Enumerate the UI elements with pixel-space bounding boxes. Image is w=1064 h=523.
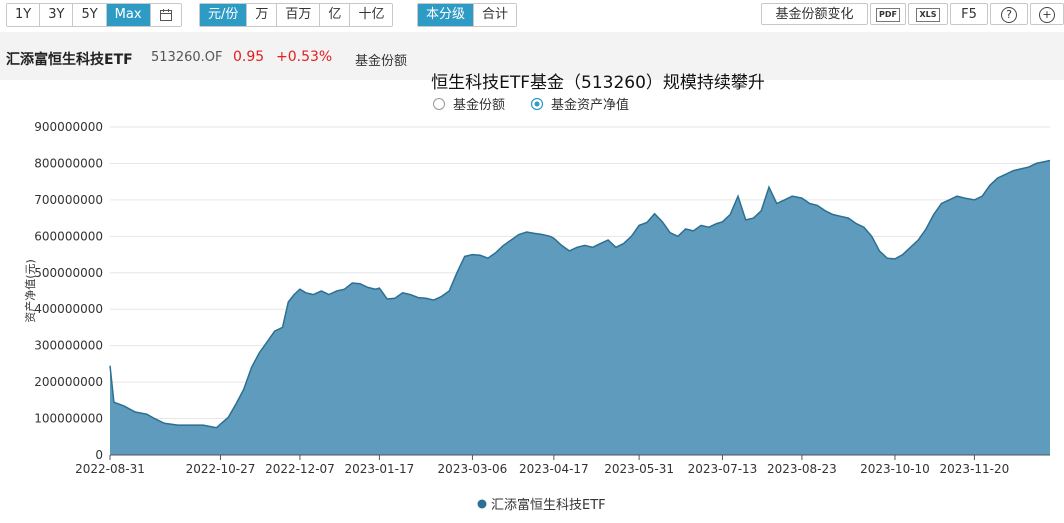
x-tick-label: 2023-04-17 [519,462,589,476]
y-tick-label: 400000000 [34,302,103,316]
x-tick-label: 2023-05-31 [604,462,674,476]
radio-unselected-icon [433,98,445,110]
selector-option-nav-label: 基金资产净值 [551,97,629,113]
selector-option-nav[interactable]: 基金资产净值 [530,97,630,113]
chart-legend[interactable]: 汇添富恒生科技ETF [477,497,606,513]
x-tick-label: 2023-03-06 [438,462,508,476]
y-tick-label: 900000000 [34,120,103,134]
series-selector: 基金份额 基金资产净值 [433,97,630,113]
x-tick-label: 2023-10-10 [860,462,930,476]
y-tick-label: 500000000 [34,266,103,280]
chart-title: 恒生科技ETF基金（513260）规模持续攀升 [431,73,765,93]
y-tick-label: 600000000 [34,229,103,243]
x-tick-label: 2022-08-31 [75,462,145,476]
series-area [110,160,1050,455]
x-tick-label: 2023-11-20 [940,462,1010,476]
y-tick-label: 0 [95,448,103,462]
legend-label: 汇添富恒生科技ETF [491,497,606,513]
y-axis-label: 资产净值(元) [23,259,37,323]
x-tick-label: 2022-12-07 [265,462,335,476]
x-tick-label: 2022-10-27 [186,462,256,476]
y-tick-label: 100000000 [34,412,103,426]
x-tick-label: 2023-07-13 [688,462,758,476]
legend-marker-icon [477,499,487,509]
y-tick-label: 300000000 [34,339,103,353]
y-tick-label: 800000000 [34,156,103,170]
x-tick-label: 2023-01-17 [345,462,415,476]
y-tick-label: 200000000 [34,375,103,389]
selector-option-shares-label: 基金份额 [453,97,505,113]
y-tick-labels: 0 100000000 200000000 300000000 400000000 500… [34,120,103,462]
x-tick-labels: 2022-08-31 2022-10-27 2022-12-07 2023-01-17… [75,455,1009,476]
x-tick-label: 2023-08-23 [767,462,837,476]
y-tick-label: 700000000 [34,193,103,207]
selector-option-shares[interactable]: 基金份额 [433,97,506,113]
radio-selected-dot-icon [534,101,540,107]
